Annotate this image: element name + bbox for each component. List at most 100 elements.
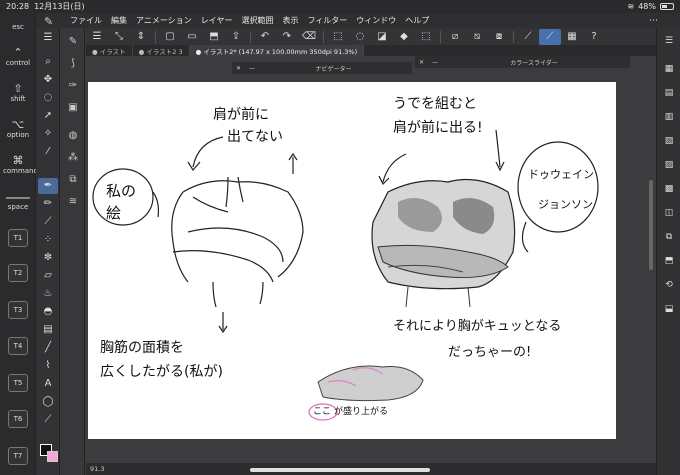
panel-8-icon[interactable]: ⧉	[661, 230, 677, 244]
magic-wand-icon[interactable]: ✧	[38, 126, 58, 142]
panel-9-icon[interactable]: ⬒	[661, 254, 677, 268]
pencil-icon[interactable]: ✏	[38, 196, 58, 212]
option-key[interactable]: ⌥ option	[3, 119, 33, 140]
object-icon[interactable]: ➚	[38, 108, 58, 124]
redo-icon[interactable]: ↷	[276, 29, 298, 45]
menu-view[interactable]: 表示	[282, 15, 298, 26]
panel-11-icon[interactable]: ⬓	[661, 302, 677, 316]
balloon-icon[interactable]: ◯	[38, 394, 58, 410]
navigator-panel[interactable]: ✕ — ナビゲーター	[232, 62, 412, 74]
deselect-icon[interactable]: ◌	[349, 29, 371, 45]
menu-edit[interactable]: 編集	[111, 15, 127, 26]
gradient-icon[interactable]: ▤	[38, 322, 58, 338]
ruler-icon[interactable]: ⌇	[38, 358, 58, 374]
transform-icon[interactable]: ⬚	[415, 29, 437, 45]
sub-color-swatch[interactable]	[47, 451, 58, 462]
panel-7-icon[interactable]: ◫	[661, 206, 677, 220]
layer-subtool-icon[interactable]: ▣	[64, 100, 82, 116]
select-all-icon[interactable]: ⬚	[327, 29, 349, 45]
pen-icon[interactable]: ✒	[38, 178, 58, 194]
lasso-icon[interactable]: ◌	[38, 90, 58, 106]
menu-window[interactable]: ウィンドウ	[356, 15, 396, 26]
tab-illust[interactable]: ● イラスト	[86, 45, 133, 56]
eyedropper-icon[interactable]: ⁄	[38, 144, 58, 160]
t7-key[interactable]: T7	[8, 447, 28, 465]
annotation-my-drawing: 私の 絵	[106, 180, 136, 224]
move-icon[interactable]: ✥	[38, 72, 58, 88]
panel-1-icon[interactable]: ▦	[661, 62, 677, 76]
close-icon[interactable]: ✕	[419, 59, 424, 66]
grid-icon[interactable]: ▦	[561, 29, 583, 45]
command-key[interactable]: ⌘ command	[3, 155, 38, 176]
t5-key[interactable]: T5	[8, 374, 28, 392]
menu-animation[interactable]: アニメーション	[136, 15, 192, 26]
stack-subtool-icon[interactable]: ≋	[64, 194, 82, 210]
ruler-snap-icon[interactable]: ⟋	[517, 29, 539, 45]
fill-icon[interactable]: ◓	[38, 304, 58, 320]
figure-icon[interactable]: ╱	[38, 340, 58, 356]
snap-3-icon[interactable]: ⧇	[488, 29, 510, 45]
zoom-value[interactable]: 91.3	[90, 465, 104, 473]
panel-5-icon[interactable]: ▨	[661, 158, 677, 172]
more-icon[interactable]: ⋯	[649, 16, 658, 26]
open-icon[interactable]: ▭	[181, 29, 203, 45]
drawing-canvas[interactable]: 私の 絵 肩が前に 出てない うでを組むと 肩が前に出る! ドゥウェイン ジョン…	[88, 82, 616, 439]
home-indicator[interactable]	[250, 468, 430, 472]
airbrush-icon[interactable]: ⁘	[38, 232, 58, 248]
menu-filter[interactable]: フィルター	[307, 15, 347, 26]
t4-key[interactable]: T4	[8, 337, 28, 355]
new-file-icon[interactable]: ▢	[159, 29, 181, 45]
panel-10-icon[interactable]: ⟲	[661, 278, 677, 292]
t3-key[interactable]: T3	[8, 301, 28, 319]
save-icon[interactable]: ⬒	[203, 29, 225, 45]
menu-selection[interactable]: 選択範囲	[241, 15, 273, 26]
panel-6-icon[interactable]: ▩	[661, 182, 677, 196]
panel-4-icon[interactable]: ▧	[661, 134, 677, 148]
pen-subtool-icon[interactable]: ✎	[64, 34, 82, 50]
text-icon[interactable]: A	[38, 376, 58, 392]
t1-key[interactable]: T1	[8, 229, 28, 247]
esc-key[interactable]: esc	[3, 23, 33, 31]
marker-subtool-icon[interactable]: ✑	[64, 78, 82, 94]
export-icon[interactable]: ⇪	[225, 29, 247, 45]
menu-file[interactable]: ファイル	[70, 15, 102, 26]
app-logo-icon[interactable]: ✎	[44, 15, 53, 28]
menu-help[interactable]: ヘルプ	[405, 15, 429, 26]
texture-subtool-icon[interactable]: ◍	[64, 128, 82, 144]
t6-key[interactable]: T6	[8, 410, 28, 428]
vertical-scrollbar[interactable]	[649, 180, 653, 270]
arrows-icon[interactable]: ⇕	[130, 29, 152, 45]
dots-subtool-icon[interactable]: ⁂	[64, 150, 82, 166]
snap-2-icon[interactable]: ⧅	[466, 29, 488, 45]
control-key[interactable]: ⌃ control	[3, 47, 33, 68]
snap-1-icon[interactable]: ⧄	[444, 29, 466, 45]
cube-subtool-icon[interactable]: ⧉	[64, 172, 82, 188]
decoration-icon[interactable]: ✼	[38, 250, 58, 266]
eraser-icon[interactable]: ▱	[38, 268, 58, 284]
hamburger-icon[interactable]: ☰	[86, 29, 108, 45]
panel-3-icon[interactable]: ▥	[661, 110, 677, 124]
tab-illust-2-3[interactable]: ● イラスト2 3	[133, 45, 190, 56]
menu-icon[interactable]: ☰	[661, 34, 677, 48]
correct-line-icon[interactable]: ⟋	[38, 412, 58, 428]
brush-size-icon[interactable]: ⤡	[108, 29, 130, 45]
menu-layer[interactable]: レイヤー	[201, 15, 233, 26]
menu-icon[interactable]: ☰	[38, 30, 58, 46]
zoom-icon[interactable]: ⌕	[38, 54, 58, 70]
color-slider-panel[interactable]: ✕ — カラースライダー	[415, 56, 630, 68]
t2-key[interactable]: T2	[8, 264, 28, 282]
clear-icon[interactable]: ⌫	[298, 29, 320, 45]
fill-selection-icon[interactable]: ◆	[393, 29, 415, 45]
blend-icon[interactable]: ♨	[38, 286, 58, 302]
tab-illust-2-active[interactable]: ● イラスト2* (147.97 x 100.00mm 350dpi 91.3%…	[189, 45, 365, 56]
panel-2-icon[interactable]: ▤	[661, 86, 677, 100]
close-icon[interactable]: ✕	[236, 65, 241, 72]
shift-key[interactable]: ⇧ shift	[3, 83, 33, 104]
space-key[interactable]: space	[3, 203, 33, 211]
undo-icon[interactable]: ↶	[254, 29, 276, 45]
brush-icon[interactable]: ⟋	[38, 214, 58, 230]
stabilizer-icon[interactable]: ⟋	[539, 28, 561, 45]
invert-icon[interactable]: ◪	[371, 29, 393, 45]
brush-subtool-icon[interactable]: ⟆	[64, 56, 82, 72]
help-icon[interactable]: ?	[583, 29, 605, 45]
